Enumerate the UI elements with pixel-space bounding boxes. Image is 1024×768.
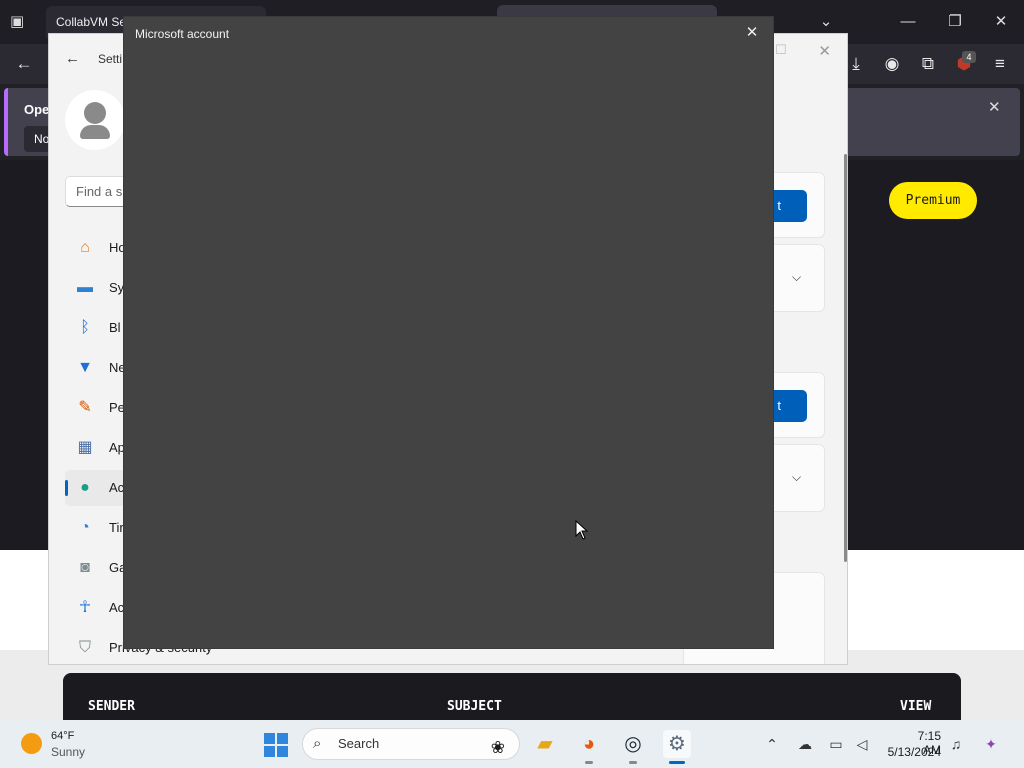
- taskbar-search[interactable]: ⌕ Search ❀: [302, 728, 520, 760]
- start-button[interactable]: [264, 733, 288, 757]
- settings-maximize-icon[interactable]: ☐: [775, 42, 787, 58]
- header-sender: SENDER: [88, 699, 135, 714]
- clock-date[interactable]: 5/13/2024: [880, 745, 941, 759]
- system-icon: ▬: [77, 279, 93, 296]
- sidebar-item-label: Bl: [109, 320, 121, 335]
- lotus-icon: ❀: [490, 738, 505, 757]
- accessibility-icon: ☥: [79, 599, 91, 616]
- taskbar: 64°F Sunny ⌕ Search ❀ ▰ ◕ ◎ ⚙ ⌃ ☁ ▭ ◁ 7:…: [0, 720, 1024, 768]
- menu-icon[interactable]: ≡: [988, 52, 1012, 76]
- wifi-icon: ▼: [77, 359, 93, 376]
- premium-button[interactable]: Premium: [889, 182, 977, 219]
- extensions-icon[interactable]: ⧉: [916, 52, 940, 76]
- account-circle-icon[interactable]: ◉: [880, 52, 904, 76]
- settings-scrollbar[interactable]: [844, 154, 847, 562]
- chevron-down-icon[interactable]: ⌵: [792, 270, 801, 285]
- copilot-icon[interactable]: ✦: [981, 734, 1001, 754]
- clock-globe-icon: ◔: [80, 519, 90, 536]
- steam-icon[interactable]: ◎: [619, 730, 647, 764]
- dialog-title: Microsoft account: [135, 27, 230, 41]
- volume-muted-icon[interactable]: ◁: [852, 734, 872, 754]
- gamepad-icon: ◙: [80, 559, 90, 576]
- firefox-icon[interactable]: ◕: [575, 730, 603, 764]
- settings-gear-icon[interactable]: ⚙: [663, 730, 691, 764]
- mail-table-header: SENDER SUBJECT VIEW: [63, 673, 961, 723]
- display-icon[interactable]: ▭: [826, 734, 846, 754]
- tab-overflow-chevron-icon[interactable]: ⌄: [814, 10, 838, 34]
- notification-close-icon[interactable]: ✕: [988, 98, 1001, 116]
- weather-condition[interactable]: Sunny: [51, 745, 85, 759]
- sidebar-item-label: Tir: [109, 520, 124, 535]
- sidebar-item-label: Ac: [109, 480, 125, 495]
- brush-icon: ✎: [78, 399, 92, 416]
- restore-icon[interactable]: ❐: [943, 10, 967, 34]
- header-subject: SUBJECT: [447, 699, 502, 714]
- tray-chevron-up-icon[interactable]: ⌃: [762, 734, 782, 754]
- sidebar-item-label: Ac: [109, 600, 125, 615]
- sidebar-item-label: Sy: [109, 280, 125, 295]
- settings-title: Setti: [98, 52, 123, 66]
- network-off-icon[interactable]: ☁: [795, 734, 815, 754]
- extension-badge: 4: [962, 51, 976, 63]
- minimize-icon[interactable]: —: [896, 10, 920, 34]
- back-arrow-icon[interactable]: ←: [12, 52, 36, 76]
- header-view: VIEW: [900, 699, 932, 714]
- settings-close-icon[interactable]: ✕: [818, 42, 831, 60]
- microsoft-account-dialog: Microsoft account ✕: [123, 16, 774, 649]
- weather-sun-icon[interactable]: [21, 733, 42, 754]
- browser-close-icon[interactable]: ✕: [989, 10, 1013, 34]
- notification-bell-icon[interactable]: ♫: [946, 734, 966, 754]
- search-label: Search: [338, 736, 380, 751]
- bluetooth-icon: ᛒ: [80, 319, 90, 336]
- search-icon: ⌕: [313, 735, 322, 752]
- home-icon: ⌂: [80, 239, 90, 256]
- shield-icon: ⛉: [78, 639, 91, 656]
- avatar[interactable]: [65, 90, 125, 150]
- account-icon: ●: [80, 479, 90, 496]
- tab-list-icon[interactable]: ▣: [10, 12, 30, 32]
- file-explorer-icon[interactable]: ▰: [531, 730, 559, 758]
- settings-back-icon[interactable]: ←: [65, 50, 80, 67]
- apps-icon: ▦: [77, 439, 93, 456]
- chevron-down-icon[interactable]: ⌵: [792, 470, 801, 485]
- mouse-cursor-icon: [575, 520, 589, 540]
- dialog-close-icon[interactable]: ✕: [742, 23, 762, 43]
- weather-temp[interactable]: 64°F: [51, 730, 74, 742]
